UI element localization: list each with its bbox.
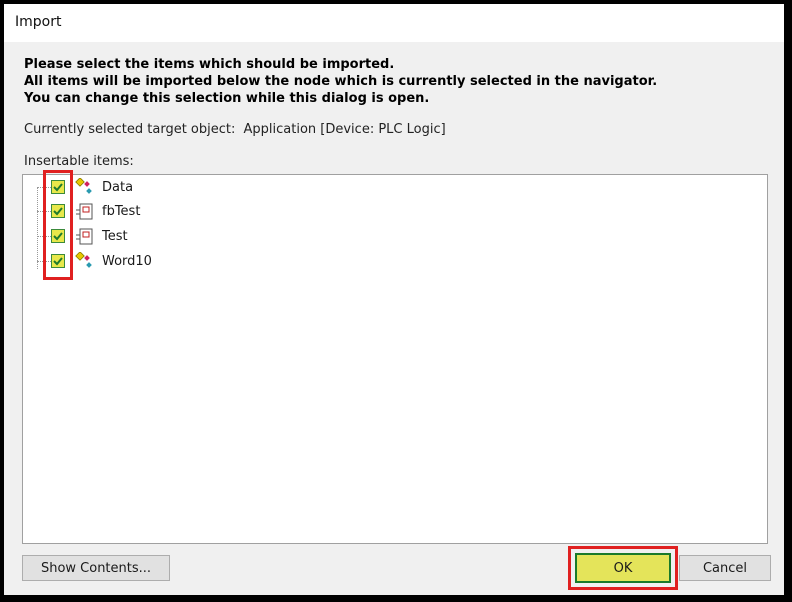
- item-label: fbTest: [102, 204, 141, 219]
- import-dialog: Import Please select the items which sho…: [4, 4, 784, 595]
- cancel-button[interactable]: Cancel: [679, 555, 771, 581]
- insertable-items-label: Insertable items:: [24, 154, 134, 169]
- window-title: Import: [15, 14, 62, 30]
- target-object-row: Currently selected target object: Applic…: [24, 122, 446, 137]
- function-block-icon: [76, 228, 93, 245]
- checkbox-highlight-box: [43, 170, 73, 280]
- title-bar: Import: [4, 4, 784, 42]
- insertable-items-tree[interactable]: Data fbTest Test Word10: [22, 174, 768, 544]
- data-type-icon: [75, 178, 92, 194]
- instruction-line: All items will be imported below the nod…: [24, 74, 658, 89]
- item-label: Data: [102, 180, 134, 195]
- ok-button[interactable]: OK: [575, 553, 671, 583]
- instructions: Please select the items which should be …: [24, 56, 657, 107]
- instruction-line: You can change this selection while this…: [24, 91, 430, 106]
- data-type-icon: [75, 252, 92, 268]
- show-contents-button[interactable]: Show Contents...: [22, 555, 170, 581]
- target-object-value: Application [Device: PLC Logic]: [243, 122, 446, 137]
- target-object-label: Currently selected target object:: [24, 122, 236, 137]
- item-label: Word10: [102, 254, 152, 269]
- item-label: Test: [102, 229, 128, 244]
- instruction-line: Please select the items which should be …: [24, 57, 395, 72]
- function-block-icon: [76, 203, 93, 220]
